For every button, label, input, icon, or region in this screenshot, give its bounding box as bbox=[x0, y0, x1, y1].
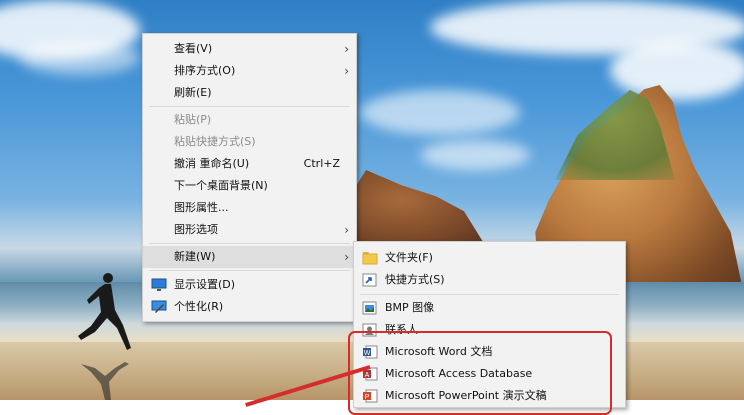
menu-separator bbox=[360, 294, 619, 295]
menu-item-paste-shortcut: 粘贴快捷方式(S) bbox=[143, 131, 356, 153]
submenu-item-bmp-image[interactable]: BMP 图像 bbox=[354, 297, 625, 319]
menu-item-sort-by[interactable]: 排序方式(O) › bbox=[143, 60, 356, 82]
menu-item-next-background[interactable]: 下一个桌面背景(N) bbox=[143, 175, 356, 197]
cloud bbox=[20, 40, 140, 75]
desktop-context-menu: 查看(V) › 排序方式(O) › 刷新(E) 粘贴(P) 粘贴快捷方式(S) … bbox=[142, 33, 357, 322]
menu-item-paste: 粘贴(P) bbox=[143, 109, 356, 131]
menu-item-label: 显示设置(D) bbox=[174, 278, 236, 291]
menu-item-label: 粘贴快捷方式(S) bbox=[174, 135, 256, 148]
chevron-right-icon: › bbox=[344, 223, 349, 237]
personalize-icon bbox=[151, 300, 167, 313]
menu-item-graphics-options[interactable]: 图形选项 › bbox=[143, 219, 356, 241]
bmp-image-icon bbox=[362, 301, 377, 315]
menu-item-label: 查看(V) bbox=[174, 42, 213, 55]
menu-item-label: 图形选项 bbox=[174, 223, 218, 236]
submenu-item-shortcut[interactable]: 快捷方式(S) bbox=[354, 269, 625, 291]
chevron-right-icon: › bbox=[344, 64, 349, 78]
chevron-right-icon: › bbox=[344, 250, 349, 264]
menu-item-label: 粘贴(P) bbox=[174, 113, 212, 126]
submenu-item-label: 文件夹(F) bbox=[385, 251, 433, 264]
menu-item-label: 刷新(E) bbox=[174, 86, 212, 99]
menu-item-label: 撤消 重命名(U) bbox=[174, 157, 250, 170]
submenu-item-label: BMP 图像 bbox=[385, 301, 435, 314]
menu-item-graphics-properties[interactable]: 图形属性... bbox=[143, 197, 356, 219]
menu-separator bbox=[149, 106, 350, 107]
menu-item-label: 图形属性... bbox=[174, 201, 229, 214]
submenu-item-folder[interactable]: 文件夹(F) bbox=[354, 247, 625, 269]
menu-item-shortcut: Ctrl+Z bbox=[303, 157, 340, 170]
menu-item-view[interactable]: 查看(V) › bbox=[143, 38, 356, 60]
menu-separator bbox=[149, 243, 350, 244]
cloud bbox=[420, 140, 530, 170]
menu-separator bbox=[149, 270, 350, 271]
menu-item-label: 新建(W) bbox=[174, 250, 216, 263]
small-rock bbox=[345, 170, 485, 245]
display-settings-icon bbox=[151, 278, 167, 291]
annotation-highlight-box bbox=[348, 331, 612, 415]
runner-reflection bbox=[81, 362, 129, 400]
runner-silhouette bbox=[78, 273, 131, 350]
menu-item-label: 排序方式(O) bbox=[174, 64, 236, 77]
menu-item-display-settings[interactable]: 显示设置(D) bbox=[143, 274, 356, 296]
menu-item-refresh[interactable]: 刷新(E) bbox=[143, 82, 356, 104]
menu-item-new[interactable]: 新建(W) › bbox=[143, 246, 356, 268]
menu-item-label: 下一个桌面背景(N) bbox=[174, 179, 268, 192]
menu-item-undo-rename[interactable]: 撤消 重命名(U) Ctrl+Z bbox=[143, 153, 356, 175]
submenu-item-label: 快捷方式(S) bbox=[385, 273, 445, 286]
menu-item-personalize[interactable]: 个性化(R) bbox=[143, 296, 356, 318]
cloud bbox=[360, 90, 520, 135]
chevron-right-icon: › bbox=[344, 42, 349, 56]
shortcut-icon bbox=[362, 273, 377, 287]
folder-icon bbox=[362, 252, 378, 265]
menu-item-label: 个性化(R) bbox=[174, 300, 224, 313]
